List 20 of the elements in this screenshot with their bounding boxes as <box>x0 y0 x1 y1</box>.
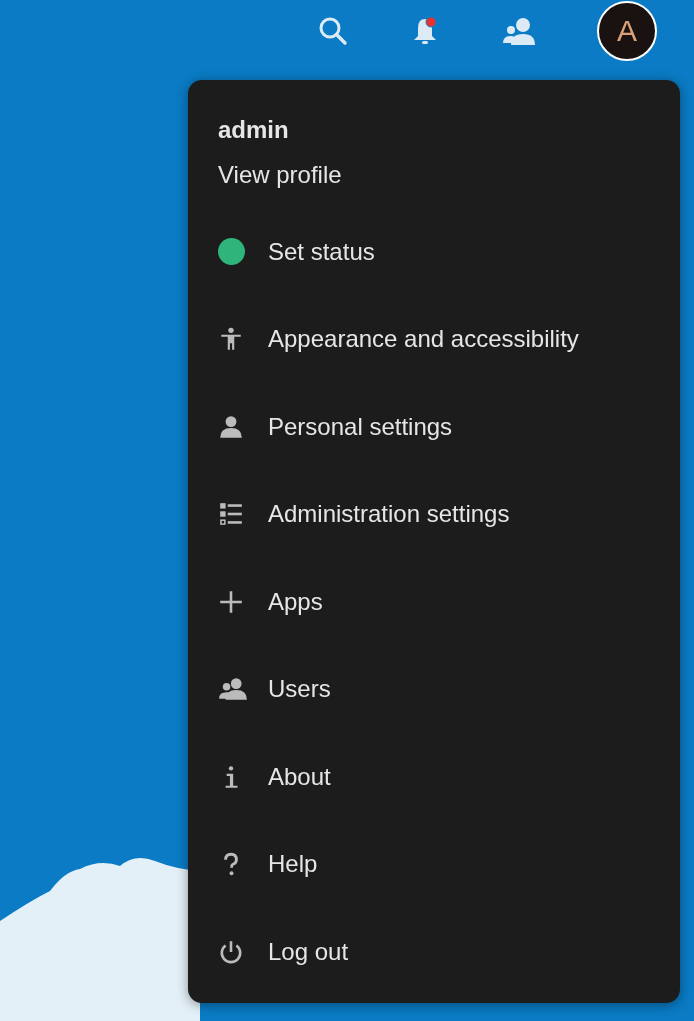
search-icon[interactable] <box>317 15 349 47</box>
list-icon <box>218 501 244 528</box>
plus-icon <box>218 588 244 615</box>
menu-item[interactable]: Help <box>218 820 318 908</box>
menu-item[interactable]: Administration settings <box>218 470 510 558</box>
menu-item[interactable]: About <box>218 733 331 821</box>
person-icon <box>218 413 244 440</box>
menu-item[interactable]: Appearance and accessibility <box>218 295 579 383</box>
avatar[interactable]: A <box>597 1 657 61</box>
power-icon <box>218 938 244 965</box>
menu-item[interactable]: Personal settings <box>218 383 453 471</box>
accessibility-icon <box>218 326 244 353</box>
menu-item[interactable]: Users <box>218 645 331 733</box>
user-name: admin <box>218 115 289 145</box>
menu-item[interactable]: Apps <box>218 558 323 646</box>
contacts-icon[interactable] <box>501 15 537 47</box>
menu-item[interactable]: Set status <box>218 208 375 296</box>
users-icon <box>218 676 248 703</box>
view-profile-link[interactable]: View profile <box>218 152 342 198</box>
menu-item[interactable]: Log out <box>218 908 349 996</box>
